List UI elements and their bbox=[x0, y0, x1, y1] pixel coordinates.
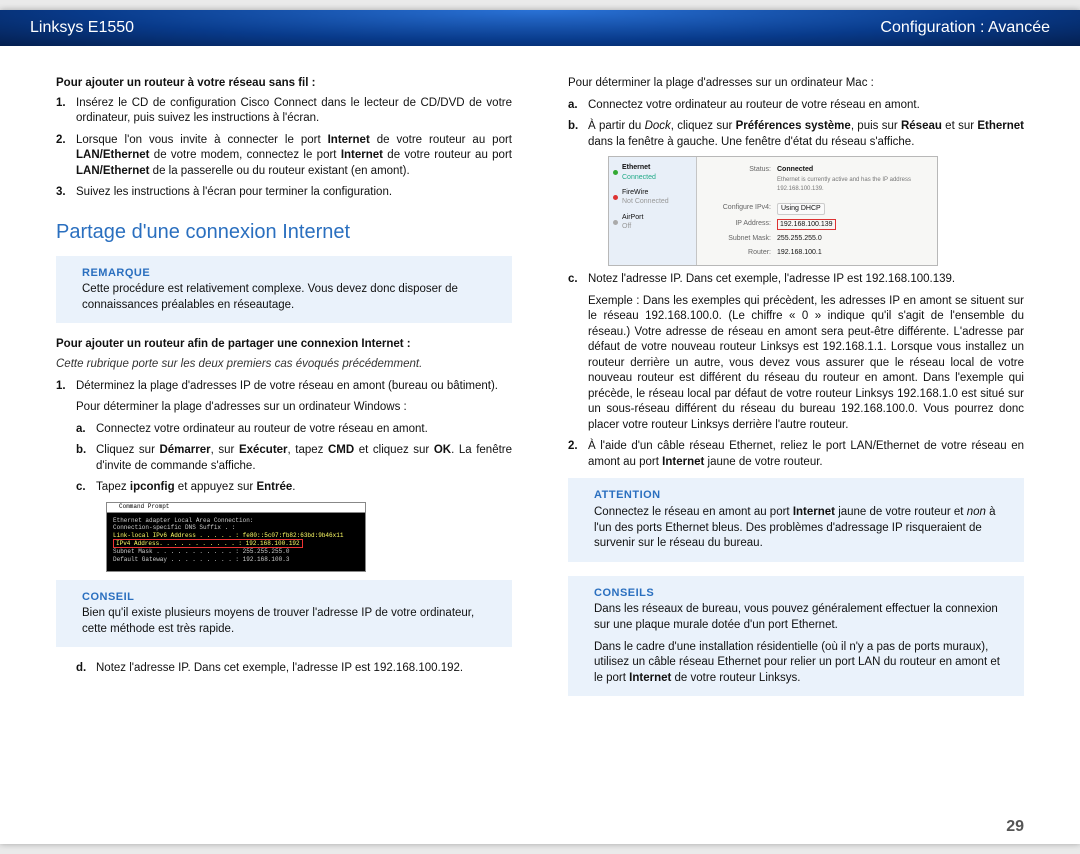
windows-substeps: a.Connectez votre ordinateur au routeur … bbox=[56, 422, 512, 496]
remark-body: Cette procédure est relativement complex… bbox=[82, 282, 500, 313]
mac-network-screenshot: EthernetConnected FireWireNot Connected … bbox=[608, 156, 938, 266]
substep-a: Connectez votre ordinateur au routeur de… bbox=[96, 422, 512, 438]
step-determine-range: Déterminez la plage d'adresses IP de vot… bbox=[76, 379, 512, 395]
section-heading-share-internet: Partage d'une connexion Internet bbox=[56, 219, 512, 246]
two-column-content: Pour ajouter un routeur à votre réseau s… bbox=[0, 46, 1080, 720]
substep-d: Notez l'adresse IP. Dans cet exemple, l'… bbox=[96, 661, 512, 677]
intro-share-internet-sub: Cette rubrique porte sur les deux premie… bbox=[56, 357, 512, 373]
tip-body: Bien qu'il existe plusieurs moyens de tr… bbox=[82, 606, 500, 637]
windows-hint: Pour déterminer la plage d'adresses sur … bbox=[56, 400, 512, 416]
attention-title: ATTENTION bbox=[594, 488, 1012, 503]
page-number: 29 bbox=[1006, 818, 1024, 836]
attention-box: ATTENTION Connectez le réseau en amont a… bbox=[568, 478, 1024, 561]
substep-b: Cliquez sur Démarrer, sur Exécuter, tape… bbox=[96, 443, 512, 474]
mac-substep-a: Connectez votre ordinateur au routeur de… bbox=[588, 98, 1024, 114]
mac-substep-c: Notez l'adresse IP. Dans cet exemple, l'… bbox=[588, 272, 1024, 288]
status-dot-red-icon bbox=[613, 195, 618, 200]
tip-title: CONSEIL bbox=[82, 590, 500, 605]
header-left: Linksys E1550 bbox=[30, 19, 134, 37]
windows-substeps-cont: d.Notez l'adresse IP. Dans cet exemple, … bbox=[56, 661, 512, 677]
mac-substeps-cont: c.Notez l'adresse IP. Dans cet exemple, … bbox=[568, 272, 1024, 288]
command-prompt-screenshot: Command Prompt Ethernet adapter Local Ar… bbox=[106, 502, 366, 572]
mac-sidebar: EthernetConnected FireWireNot Connected … bbox=[609, 157, 697, 265]
status-dot-gray-icon bbox=[613, 220, 618, 225]
conseils-title: CONSEILS bbox=[594, 586, 1012, 601]
step-3: Suivez les instructions à l'écran pour t… bbox=[76, 185, 512, 201]
mac-substep-b: À partir du Dock, cliquez sur Préférence… bbox=[588, 119, 1024, 150]
header-right: Configuration : Avancée bbox=[880, 19, 1050, 37]
intro-add-router-wifi: Pour ajouter un routeur à votre réseau s… bbox=[56, 76, 512, 92]
remark-box: REMARQUE Cette procédure est relativemen… bbox=[56, 256, 512, 324]
mac-substeps: a.Connectez votre ordinateur au routeur … bbox=[568, 98, 1024, 151]
substep-c: Tapez ipconfig et appuyez sur Entrée. bbox=[96, 480, 512, 496]
steps-add-router-wifi: 1.Insérez le CD de configuration Cisco C… bbox=[56, 96, 512, 201]
right-column: Pour déterminer la plage d'adresses sur … bbox=[568, 76, 1024, 710]
left-column: Pour ajouter un routeur à votre réseau s… bbox=[56, 76, 512, 710]
step-1: Insérez le CD de configuration Cisco Con… bbox=[76, 96, 512, 127]
cmd-titlebar: Command Prompt bbox=[107, 503, 365, 513]
steps-share-internet: 1.Déterminez la plage d'adresses IP de v… bbox=[56, 379, 512, 395]
document-page: Linksys E1550 Configuration : Avancée Po… bbox=[0, 10, 1080, 844]
mac-hint: Pour déterminer la plage d'adresses sur … bbox=[568, 76, 1024, 92]
remark-title: REMARQUE bbox=[82, 266, 500, 281]
example-paragraph: Exemple : Dans les exemples qui précèden… bbox=[568, 294, 1024, 434]
status-dot-green-icon bbox=[613, 170, 618, 175]
step-connect-cable: À l'aide d'un câble réseau Ethernet, rel… bbox=[588, 439, 1024, 470]
tip-box: CONSEIL Bien qu'il existe plusieurs moye… bbox=[56, 580, 512, 648]
attention-body: Connectez le réseau en amont au port Int… bbox=[594, 505, 1012, 552]
conseils-body-1: Dans les réseaux de bureau, vous pouvez … bbox=[594, 602, 1012, 633]
conseils-body-2: Dans le cadre d'une installation résiden… bbox=[594, 640, 1012, 687]
mac-main-panel: Status:ConnectedEthernet is currently ac… bbox=[697, 157, 937, 265]
header-bar: Linksys E1550 Configuration : Avancée bbox=[0, 10, 1080, 46]
conseils-box: CONSEILS Dans les réseaux de bureau, vou… bbox=[568, 576, 1024, 696]
step-2: Lorsque l'on vous invite à connecter le … bbox=[76, 133, 512, 180]
intro-share-internet: Pour ajouter un routeur afin de partager… bbox=[56, 337, 512, 353]
steps-share-internet-cont: 2.À l'aide d'un câble réseau Ethernet, r… bbox=[568, 439, 1024, 470]
cmd-body: Ethernet adapter Local Area Connection: … bbox=[107, 513, 365, 568]
